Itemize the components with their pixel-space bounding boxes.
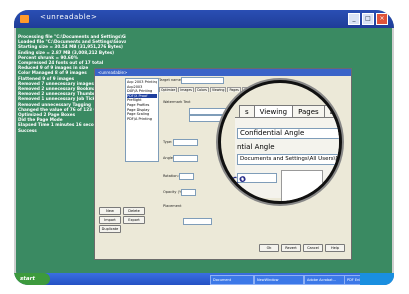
- angle-select[interactable]: [173, 155, 198, 162]
- app-icon: [20, 15, 29, 23]
- minimize-icon[interactable]: _: [348, 13, 360, 25]
- delete-button[interactable]: Delete: [123, 207, 145, 215]
- profile-list-item[interactable]: PDF/A Printing: [127, 117, 157, 122]
- log-line: Starting size = 30.54 MB (31,951,276 Byt…: [18, 44, 123, 50]
- ok-button[interactable]: Ok: [259, 244, 279, 252]
- new-button[interactable]: New: [99, 207, 121, 215]
- dialog-title: <unreadable>: [95, 69, 351, 76]
- taskbar-button[interactable]: NewWindow: [254, 275, 304, 285]
- opacity-input[interactable]: [181, 189, 196, 196]
- maximize-icon[interactable]: □: [362, 13, 374, 25]
- taskbar-button[interactable]: Document: [210, 275, 254, 285]
- window-titlebar[interactable]: <unreadable> _ □ ×: [14, 10, 394, 28]
- target-input[interactable]: [181, 77, 224, 84]
- duplicate-button[interactable]: Duplicate: [99, 225, 121, 233]
- profile-list[interactable]: Acp 2003 Printing Acp2003 DXF/A Printing PD…: [125, 78, 159, 162]
- target-label: Target name:: [159, 78, 183, 82]
- monitor-screen: <unreadable> _ □ × Processing file "C:\D…: [14, 10, 394, 285]
- system-tray: [360, 273, 394, 285]
- import-button[interactable]: Import: [99, 216, 121, 224]
- rotation-label: Rotation:: [163, 174, 179, 178]
- type-label: Type:: [163, 140, 173, 144]
- taskbar: start Document NewWindow Adobe Acrobat... P…: [14, 273, 394, 285]
- watermark-file-path-input[interactable]: Documents and Settings\All Users\Dados d…: [237, 154, 339, 165]
- help-button[interactable]: Help: [325, 244, 345, 252]
- magnified-field-label: ntial Angle: [237, 143, 275, 151]
- export-button[interactable]: Export: [123, 216, 145, 224]
- window-title: <unreadable>: [40, 13, 98, 21]
- magnified-view: s Viewing Pages La Confidential Angle ntial…: [221, 83, 339, 201]
- photo-frame: <unreadable> _ □ × Processing file "C:\D…: [0, 0, 409, 294]
- window-controls: _ □ ×: [348, 13, 388, 25]
- start-button[interactable]: start: [14, 273, 50, 285]
- magnified-panel: Confidential Angle ntial Angle Documents…: [235, 117, 339, 201]
- watermark-label: Watermark Text: [163, 100, 191, 104]
- tab-optimize[interactable]: Optimize: [159, 87, 178, 92]
- watermark-preview: [281, 170, 323, 201]
- revert-button[interactable]: Revert: [281, 244, 301, 252]
- watermark-title-input[interactable]: Confidential Angle: [237, 128, 339, 139]
- rotation-input[interactable]: [179, 173, 194, 180]
- tab-colors[interactable]: Colors: [194, 87, 209, 92]
- placement-label: Placement: [163, 204, 182, 208]
- close-icon[interactable]: ×: [376, 13, 388, 25]
- profile-list-item[interactable]: Acp 2003 Printing: [127, 80, 157, 85]
- tab-images[interactable]: Images: [178, 87, 194, 92]
- placement-select[interactable]: [183, 218, 212, 225]
- type-select[interactable]: [173, 139, 198, 146]
- magnifying-glass-overlay: s Viewing Pages La Confidential Angle ntial…: [218, 80, 342, 204]
- cancel-button[interactable]: Cancel: [303, 244, 323, 252]
- taskbar-button[interactable]: Adobe Acrobat...: [304, 275, 346, 285]
